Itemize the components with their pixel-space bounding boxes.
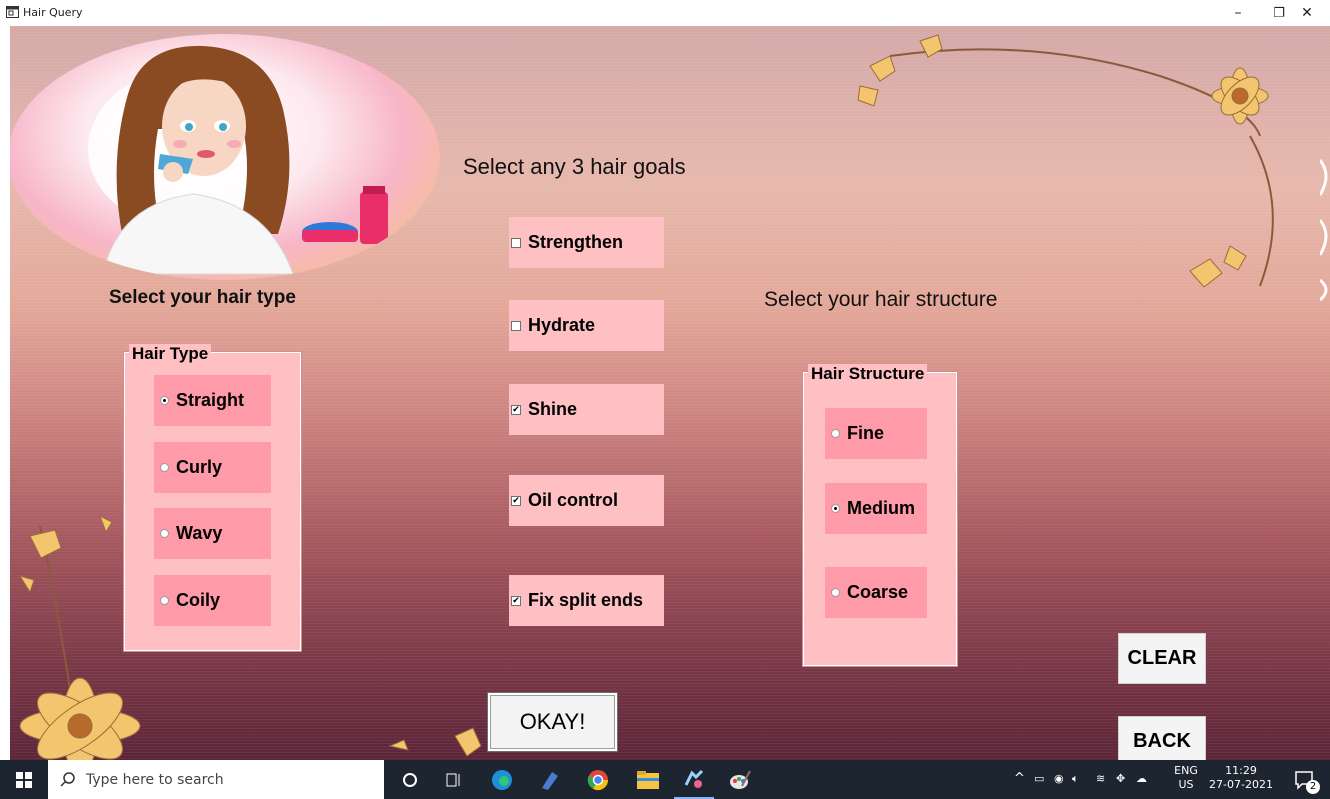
radio-curly[interactable]: Curly — [154, 442, 271, 493]
pen-app-icon[interactable] — [530, 760, 570, 799]
radio-coarse[interactable]: Coarse — [825, 567, 927, 618]
chrome-icon[interactable] — [578, 760, 618, 799]
okay-button[interactable]: OKAY! — [487, 692, 618, 752]
start-button[interactable] — [0, 760, 48, 799]
clock[interactable]: 11:29 27-07-2021 — [1206, 764, 1276, 792]
tray-chevron-icon[interactable]: ^ — [1014, 772, 1025, 786]
radio-fine[interactable]: Fine — [825, 408, 927, 459]
checkbox-oil-control[interactable]: ✔ Oil control — [509, 475, 664, 526]
back-button[interactable]: BACK — [1118, 716, 1206, 760]
hair-structure-heading: Select your hair structure — [764, 288, 998, 311]
file-explorer-icon[interactable] — [628, 760, 668, 799]
radio-label: Coily — [176, 590, 221, 610]
hair-type-legend: Hair Type — [129, 344, 212, 364]
checkbox-label: Oil control — [528, 490, 618, 510]
clear-button[interactable]: CLEAR — [1118, 633, 1206, 684]
close-button[interactable]: ✕ — [1284, 0, 1330, 26]
cortana-icon[interactable] — [392, 760, 428, 799]
flower-bottom-center-decoration — [388, 727, 482, 757]
notification-badge: 2 — [1306, 780, 1320, 794]
hair-goals-heading: Select any 3 hair goals — [463, 154, 686, 179]
tray-wifi-icon[interactable]: ≋ — [1096, 772, 1105, 786]
edge-icon[interactable] — [482, 760, 522, 799]
window-edge — [0, 26, 10, 760]
windows-icon — [16, 771, 32, 788]
checkbox-strengthen[interactable]: Strengthen — [509, 217, 664, 268]
hair-type-heading: Select your hair type — [109, 287, 296, 308]
tray-cloud-icon[interactable]: ☁ — [1136, 772, 1147, 786]
tray-volume-icon[interactable]: 🔈︎ — [1072, 772, 1079, 786]
checkbox-label: Hydrate — [528, 315, 596, 335]
hair-structure-legend: Hair Structure — [808, 364, 928, 384]
language-bottom: US — [1178, 778, 1194, 791]
task-view-icon[interactable] — [436, 760, 472, 799]
search-icon — [60, 771, 75, 787]
radio-label: Curly — [176, 457, 223, 477]
minimize-button[interactable]: – — [1215, 0, 1261, 26]
checkbox-indicator: ✔ — [511, 404, 521, 415]
language-top: ENG — [1174, 764, 1198, 777]
radio-label: Straight — [176, 390, 245, 410]
tray-meet-icon[interactable]: ◉ — [1054, 772, 1064, 786]
radio-label: Medium — [847, 498, 916, 518]
checkbox-fix-split-ends[interactable]: ✔ Fix split ends — [509, 575, 664, 626]
radio-indicator — [831, 588, 840, 597]
radio-coily[interactable]: Coily — [154, 575, 271, 626]
radio-label: Coarse — [847, 582, 909, 602]
notification-center[interactable]: 2 — [1284, 760, 1324, 799]
clock-time: 11:29 — [1225, 764, 1257, 777]
radio-straight[interactable]: Straight — [154, 375, 271, 426]
window-title: Hair Query — [23, 6, 83, 19]
clock-date: 27-07-2021 — [1209, 778, 1273, 791]
radio-indicator — [160, 596, 169, 605]
radio-indicator — [831, 429, 840, 438]
tray-battery-icon[interactable]: ▭ — [1034, 772, 1044, 786]
checkbox-label: Fix split ends — [528, 590, 644, 610]
radio-label: Fine — [847, 423, 885, 443]
app-icon — [6, 6, 19, 18]
checkbox-indicator — [511, 320, 521, 331]
taskbar-search[interactable]: Type here to search — [48, 760, 384, 799]
radio-indicator — [160, 396, 169, 405]
radio-wavy[interactable]: Wavy — [154, 508, 271, 559]
tray-dropbox-icon[interactable]: ✥ — [1116, 772, 1125, 786]
checkbox-shine[interactable]: ✔ Shine — [509, 384, 664, 435]
app-canvas: Select any 3 hair goals Select your hair… — [10, 26, 1330, 760]
checkbox-hydrate[interactable]: Hydrate — [509, 300, 664, 351]
checkbox-indicator: ✔ — [511, 595, 521, 606]
woman-portrait-image — [10, 34, 440, 280]
python-app-icon[interactable] — [674, 760, 714, 799]
checkbox-indicator — [511, 237, 521, 248]
language-indicator[interactable]: ENG US — [1166, 764, 1206, 792]
radio-label: Wavy — [176, 523, 223, 543]
checkbox-indicator: ✔ — [511, 495, 521, 506]
paint-app-icon[interactable] — [720, 760, 760, 799]
woman-illustration — [88, 45, 388, 275]
title-bar: Hair Query – ❐ ✕ — [0, 0, 1330, 26]
checkbox-label: Strengthen — [528, 232, 624, 252]
radio-indicator — [831, 504, 840, 513]
radio-indicator — [160, 463, 169, 472]
window-edge-right — [1318, 150, 1330, 310]
search-placeholder: Type here to search — [86, 771, 224, 788]
taskbar: Type here to search ^ ▭ ◉ 🔈︎ ≋ ✥ ☁ ENG U… — [0, 760, 1330, 799]
checkbox-label: Shine — [528, 399, 578, 419]
radio-indicator — [160, 529, 169, 538]
radio-medium[interactable]: Medium — [825, 483, 927, 534]
